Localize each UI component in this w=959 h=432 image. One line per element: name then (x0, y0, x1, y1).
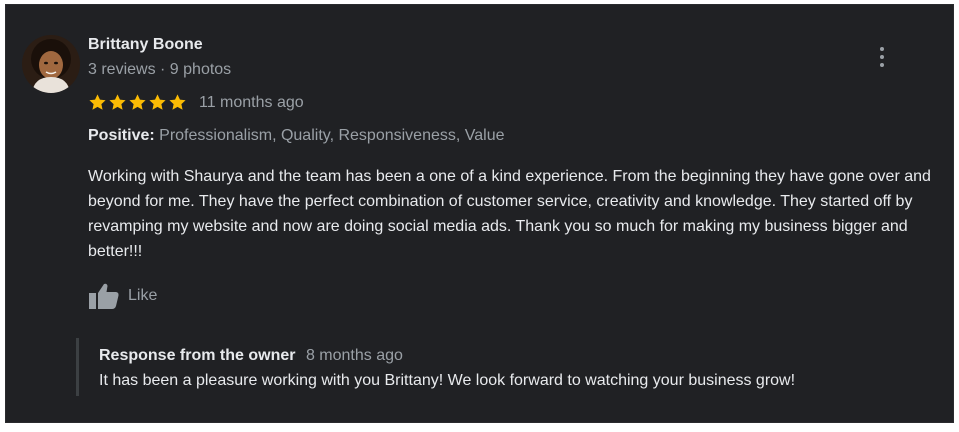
star-rating (88, 93, 187, 112)
owner-response-title: Response from the owner (99, 347, 296, 364)
owner-response-header: Response from the owner 8 months ago (99, 347, 403, 365)
like-button[interactable]: Like (88, 282, 157, 310)
owner-response: Response from the owner 8 months ago It … (76, 338, 916, 396)
reviewer-meta: 3 reviews · 9 photos (88, 61, 232, 78)
reviewer-name[interactable]: Brittany Boone (88, 36, 203, 54)
avatar[interactable] (22, 35, 80, 93)
star-icon (169, 94, 186, 110)
review-card: Brittany Boone 3 reviews · 9 photos 11 m… (5, 4, 954, 423)
rating-row: 11 months ago (88, 93, 304, 112)
thumbs-up-icon (89, 283, 119, 309)
star-icon (129, 94, 146, 110)
positive-attributes: Positive: Professionalism, Quality, Resp… (88, 127, 504, 145)
more-vert-icon[interactable] (872, 45, 892, 69)
positive-label: Positive: (88, 127, 155, 144)
star-icon (89, 94, 106, 110)
owner-response-time: 8 months ago (305, 347, 403, 364)
owner-response-text: It has been a pleasure working with you … (99, 372, 796, 389)
review-text: Working with Shaurya and the team has be… (88, 168, 931, 260)
star-icon (109, 94, 126, 110)
review-time: 11 months ago (199, 93, 304, 111)
like-label: Like (128, 287, 158, 304)
avatar-image (22, 35, 80, 93)
star-icon (149, 94, 166, 110)
positive-values: Professionalism, Quality, Responsiveness… (159, 127, 505, 144)
